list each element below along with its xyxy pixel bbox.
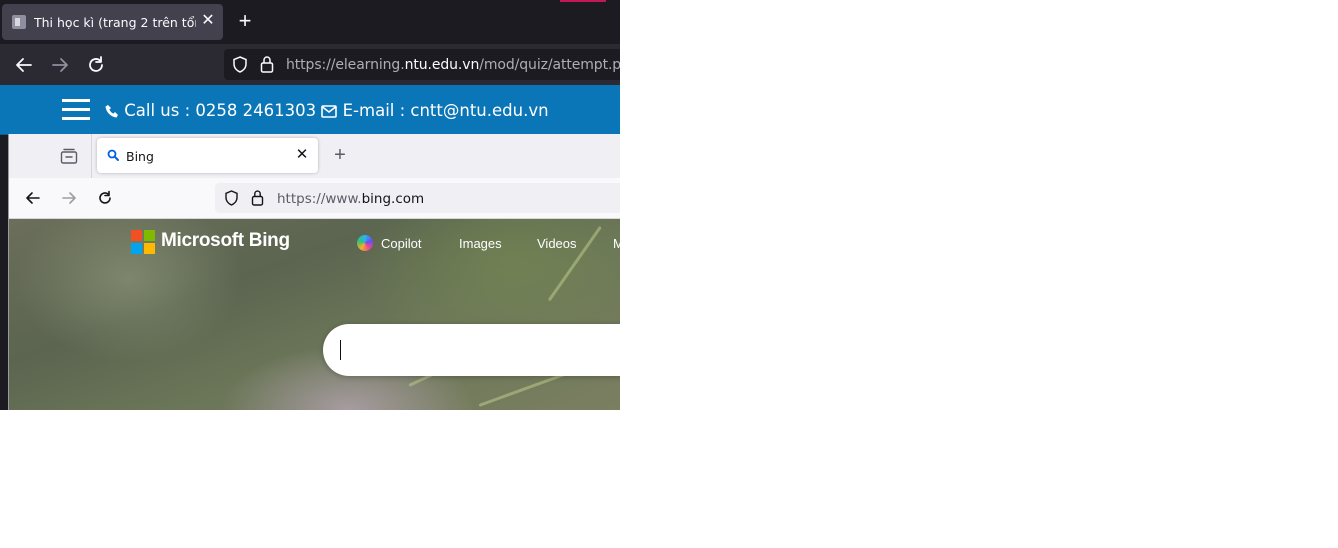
lock-icon[interactable] bbox=[251, 189, 264, 206]
microsoft-logo-icon bbox=[131, 230, 155, 254]
outer-tab-quiz[interactable]: Thi học kì (trang 2 trên tổng số ✕ bbox=[2, 4, 223, 40]
shield-icon[interactable] bbox=[224, 190, 239, 206]
inner-url-text: https://www.bing.com bbox=[277, 191, 425, 207]
reload-icon[interactable] bbox=[96, 189, 114, 207]
copilot-icon[interactable] bbox=[357, 235, 373, 251]
outer-nav-bar: https://elearning.ntu.edu.vn/mod/quiz/at… bbox=[0, 44, 620, 85]
back-arrow-icon[interactable] bbox=[24, 189, 42, 207]
bing-brand-text: Microsoft Bing bbox=[161, 230, 290, 251]
window-accent-strip bbox=[560, 0, 606, 2]
tab-tray-icon[interactable] bbox=[60, 148, 78, 164]
reload-icon[interactable] bbox=[85, 54, 107, 76]
inner-new-tab-button[interactable]: + bbox=[331, 145, 349, 165]
contact-info: Call us : 0258 2461303 E-mail : cntt@ntu… bbox=[105, 101, 549, 120]
screenshot-frame: Thi học kì (trang 2 trên tổng số ✕ + htt… bbox=[0, 0, 620, 410]
forward-arrow-icon[interactable] bbox=[49, 54, 71, 76]
new-tab-button[interactable]: + bbox=[235, 10, 255, 32]
phone-text: Call us : 0258 2461303 bbox=[124, 101, 317, 120]
search-icon bbox=[107, 149, 119, 161]
inner-sidebar-strip bbox=[9, 134, 92, 178]
bing-page: Microsoft Bing Copilot Images Videos M bbox=[9, 219, 620, 410]
nav-videos[interactable]: Videos bbox=[537, 236, 577, 251]
phone-icon bbox=[105, 105, 118, 118]
text-caret bbox=[340, 340, 341, 360]
bing-search-input[interactable] bbox=[323, 324, 620, 376]
nav-more[interactable]: M bbox=[613, 236, 620, 251]
page-favicon-icon bbox=[12, 15, 26, 29]
inner-tab-bing[interactable]: Bing ✕ bbox=[97, 138, 318, 173]
inner-nav-bar: https://www.bing.com bbox=[9, 178, 620, 219]
outer-tab-title: Thi học kì (trang 2 trên tổng số bbox=[34, 15, 196, 30]
email-text: E-mail : cntt@ntu.edu.vn bbox=[342, 101, 549, 120]
inner-tab-title: Bing bbox=[126, 149, 154, 164]
envelope-icon bbox=[321, 105, 338, 118]
forward-arrow-icon[interactable] bbox=[60, 189, 78, 207]
inner-address-bar[interactable]: https://www.bing.com bbox=[215, 183, 620, 213]
outer-address-bar[interactable]: https://elearning.ntu.edu.vn/mod/quiz/at… bbox=[224, 49, 620, 80]
lock-icon[interactable] bbox=[260, 55, 274, 73]
back-arrow-icon[interactable] bbox=[13, 54, 35, 76]
shield-icon[interactable] bbox=[232, 56, 248, 73]
site-header: Call us : 0258 2461303 E-mail : cntt@ntu… bbox=[0, 85, 620, 135]
outer-url-text: https://elearning.ntu.edu.vn/mod/quiz/at… bbox=[286, 57, 620, 73]
close-tab-icon[interactable]: ✕ bbox=[199, 12, 217, 30]
inner-browser-window: Bing ✕ + https://www.bing.com Microsoft … bbox=[8, 134, 620, 410]
outer-tab-bar: Thi học kì (trang 2 trên tổng số ✕ + bbox=[0, 0, 620, 44]
nav-images[interactable]: Images bbox=[459, 236, 502, 251]
hamburger-icon[interactable] bbox=[62, 99, 90, 121]
close-tab-icon[interactable]: ✕ bbox=[293, 146, 311, 164]
nav-copilot[interactable]: Copilot bbox=[381, 236, 421, 251]
